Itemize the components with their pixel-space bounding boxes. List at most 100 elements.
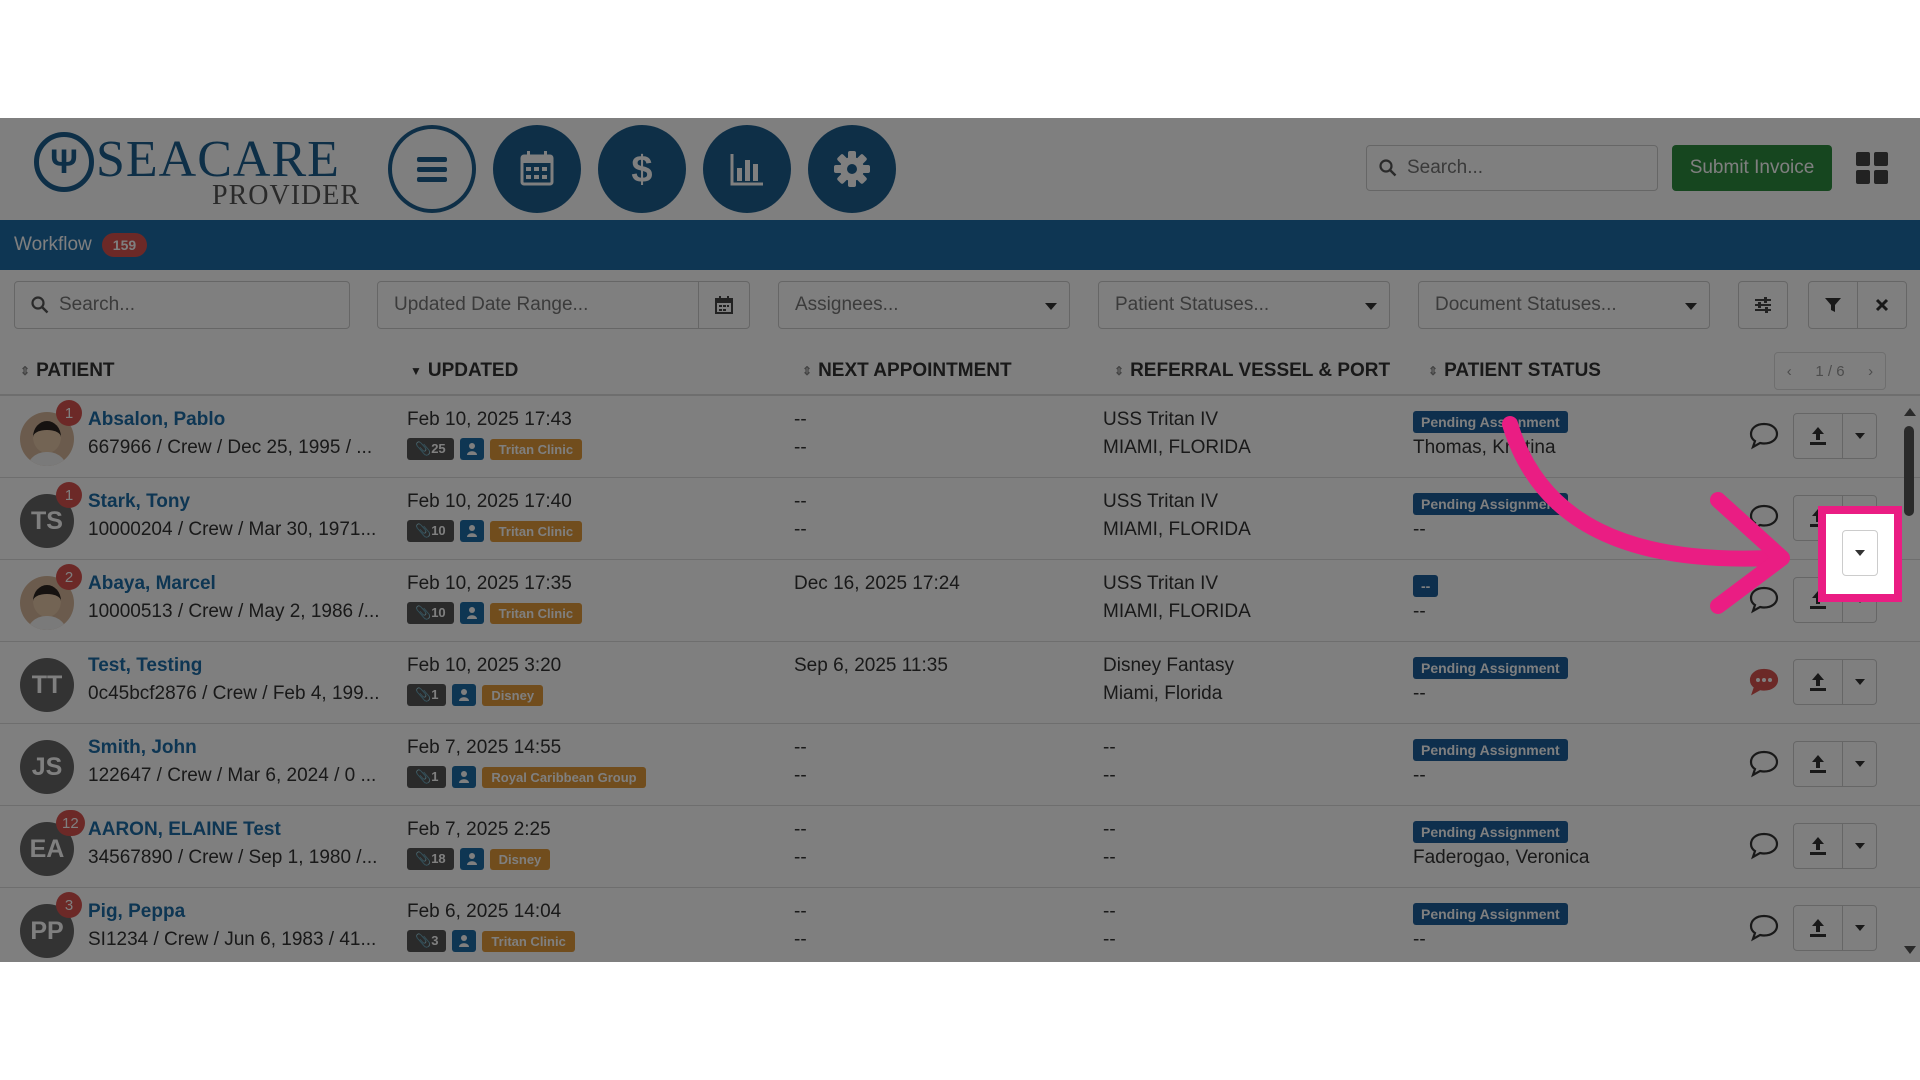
- comment-icon[interactable]: [1748, 666, 1780, 696]
- next-appointment-secondary: --: [794, 437, 807, 458]
- user-icon: [459, 602, 484, 624]
- row-actions-dropdown[interactable]: [1843, 659, 1877, 705]
- column-updated[interactable]: ▼ UPDATED: [410, 360, 518, 382]
- upload-icon: [1810, 673, 1826, 691]
- organization-tag: Royal Caribbean Group: [482, 766, 646, 788]
- column-next-appointment[interactable]: ⇕ NEXT APPOINTMENT: [802, 360, 1012, 382]
- updated-date: Feb 7, 2025 14:55: [407, 737, 562, 758]
- dollar-icon: $: [631, 149, 652, 191]
- status-badge: --: [1413, 575, 1439, 597]
- chevron-down-icon: [1854, 761, 1865, 767]
- scrollbar[interactable]: [1902, 406, 1916, 962]
- billing-button[interactable]: $: [598, 125, 686, 213]
- calendar-button[interactable]: [493, 125, 581, 213]
- chevron-down-icon: [1855, 550, 1865, 556]
- attachment-count: 📎25: [407, 438, 454, 460]
- next-appointment-secondary: --: [794, 929, 807, 950]
- document-statuses-select[interactable]: Document Statuses...: [1418, 281, 1710, 329]
- chevron-down-icon: [1854, 843, 1865, 849]
- date-picker-button[interactable]: [698, 281, 750, 329]
- sort-desc-icon: ▼: [410, 364, 422, 378]
- submit-invoice-button[interactable]: Submit Invoice: [1672, 145, 1832, 191]
- chevron-down-icon: [1045, 303, 1057, 310]
- column-referral-vessel-port[interactable]: ⇕ REFERRAL VESSEL & PORT: [1114, 360, 1390, 382]
- organization-tag: Disney: [482, 684, 544, 706]
- patient-info: 10000513 / Crew / May 2, 1986 /...: [88, 601, 380, 622]
- patient-name-link[interactable]: AARON, ELAINE Test: [88, 819, 281, 841]
- global-search[interactable]: [1366, 145, 1658, 191]
- table-row[interactable]: JS Smith, John 122647 / Crew / Mar 6, 2024…: [0, 724, 1920, 806]
- column-patient[interactable]: ⇕ PATIENT: [20, 360, 115, 382]
- upload-button[interactable]: [1793, 905, 1843, 951]
- date-range-field[interactable]: Updated Date Range...: [377, 281, 699, 329]
- patient-info: SI1234 / Crew / Jun 6, 1983 / 41...: [88, 929, 377, 950]
- scroll-thumb[interactable]: [1904, 426, 1914, 516]
- row-actions-dropdown-highlighted[interactable]: [1842, 530, 1878, 576]
- document-chips: 📎25 Tritan Clinic: [407, 438, 583, 460]
- patient-name-link[interactable]: Smith, John: [88, 737, 197, 759]
- sort-icon: ⇕: [1114, 364, 1125, 378]
- upload-button[interactable]: [1793, 823, 1843, 869]
- row-actions-dropdown[interactable]: [1843, 413, 1877, 459]
- scroll-down-icon[interactable]: [1904, 946, 1916, 954]
- settings-button[interactable]: [808, 125, 896, 213]
- scroll-up-icon[interactable]: [1904, 408, 1916, 416]
- patient-name-link[interactable]: Pig, Peppa: [88, 901, 185, 923]
- table-search[interactable]: Search...: [14, 281, 350, 329]
- apps-grid-icon[interactable]: [1856, 152, 1888, 184]
- status-badge: Pending Assignment: [1413, 821, 1568, 843]
- sliders-icon: [1755, 297, 1771, 313]
- upload-button[interactable]: [1793, 741, 1843, 787]
- sort-icon: ⇕: [20, 364, 31, 378]
- patient-statuses-select[interactable]: Patient Statuses...: [1098, 281, 1390, 329]
- filter-button[interactable]: [1808, 281, 1858, 329]
- patient-name-link[interactable]: Stark, Tony: [88, 491, 190, 513]
- attachment-count: 📎10: [407, 520, 454, 542]
- menu-button[interactable]: [388, 125, 476, 213]
- user-icon: [459, 520, 484, 542]
- referral-port: --: [1103, 765, 1116, 786]
- assignee: --: [1413, 601, 1426, 622]
- next-appointment: --: [794, 819, 807, 840]
- attachment-count: 📎1: [407, 684, 447, 706]
- comment-icon[interactable]: [1748, 830, 1780, 860]
- table-row[interactable]: TT Test, Testing 0c45bcf2876 / Crew / Feb …: [0, 642, 1920, 724]
- chevron-down-icon: [1854, 679, 1865, 685]
- organization-tag: Tritan Clinic: [489, 520, 583, 542]
- assignee: --: [1413, 765, 1426, 786]
- patient-name-link[interactable]: Absalon, Pablo: [88, 409, 225, 431]
- menu-icon: [417, 157, 447, 182]
- comment-icon[interactable]: [1748, 748, 1780, 778]
- seacare-logo[interactable]: Ψ SEACARE PROVIDER: [34, 130, 359, 211]
- document-chips: 📎18 Disney: [407, 848, 551, 870]
- upload-button[interactable]: [1793, 659, 1843, 705]
- status-badge: Pending Assignment: [1413, 739, 1568, 761]
- row-actions-dropdown[interactable]: [1843, 905, 1877, 951]
- chevron-right-icon[interactable]: ›: [1868, 363, 1873, 380]
- table-row[interactable]: EA 12 AARON, ELAINE Test 34567890 / Crew / …: [0, 806, 1920, 888]
- top-header: Ψ SEACARE PROVIDER $ Submit Invoice: [0, 118, 1920, 220]
- table-row[interactable]: PP 3 Pig, Peppa SI1234 / Crew / Jun 6, 1983…: [0, 888, 1920, 962]
- referral-vessel: USS Tritan IV: [1103, 409, 1219, 430]
- column-settings-button[interactable]: [1738, 281, 1788, 329]
- reports-button[interactable]: [703, 125, 791, 213]
- updated-date: Feb 7, 2025 2:25: [407, 819, 551, 840]
- chevron-left-icon[interactable]: ‹: [1787, 363, 1792, 380]
- row-actions-dropdown[interactable]: [1843, 741, 1877, 787]
- document-statuses-placeholder: Document Statuses...: [1435, 294, 1617, 315]
- referral-vessel: USS Tritan IV: [1103, 573, 1219, 594]
- row-actions-dropdown[interactable]: [1843, 823, 1877, 869]
- comment-icon[interactable]: [1748, 912, 1780, 942]
- global-search-input[interactable]: [1407, 157, 1637, 179]
- sort-icon: ⇕: [802, 364, 813, 378]
- assignees-select[interactable]: Assignees...: [778, 281, 1070, 329]
- patient-name-link[interactable]: Abaya, Marcel: [88, 573, 216, 595]
- column-patient-status[interactable]: ⇕ PATIENT STATUS: [1428, 360, 1601, 382]
- patient-name-link[interactable]: Test, Testing: [88, 655, 202, 677]
- table-header: ⇕ PATIENT ▼ UPDATED ⇕ NEXT APPOINTMENT ⇕ REF…: [0, 346, 1920, 396]
- clear-filters-button[interactable]: [1857, 281, 1907, 329]
- workflow-title[interactable]: Workflow: [14, 234, 92, 256]
- organization-tag: Tritan Clinic: [482, 930, 575, 952]
- upload-icon: [1810, 755, 1826, 773]
- highlighted-row-actions: [1818, 506, 1902, 602]
